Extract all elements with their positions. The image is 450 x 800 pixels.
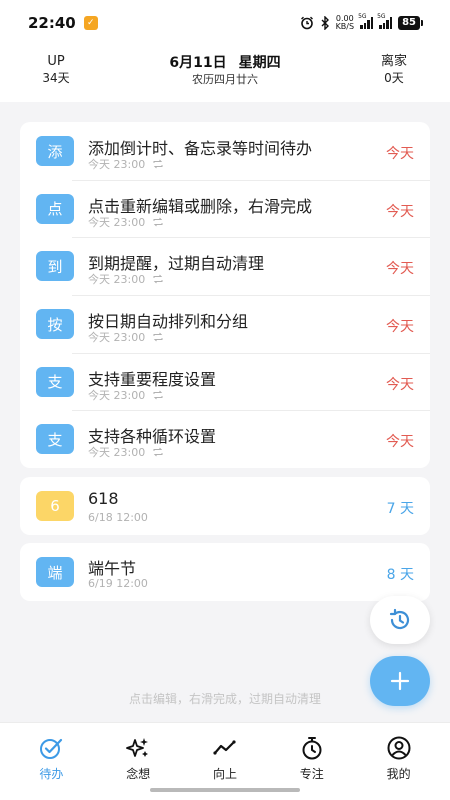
plus-icon <box>390 671 410 691</box>
todo-time: 今天 23:00 <box>88 215 146 229</box>
user-icon <box>387 736 411 760</box>
nav-item-todo[interactable]: 待办 <box>8 723 95 800</box>
speed-unit: KB/S <box>335 22 355 31</box>
todo-when: 今天 <box>386 434 414 451</box>
todo-item[interactable]: 点 点击重新编辑或删除，右滑完成 今天 23:00 今天 <box>20 179 430 238</box>
lunar-date: 农历四月廿六 <box>192 73 258 86</box>
network-speed: 0.00 KB/S <box>336 15 355 31</box>
up-label: UP <box>47 54 65 69</box>
todo-when: 7 天 <box>386 501 414 517</box>
todo-when: 今天 <box>386 146 414 162</box>
todo-time: 今天 23:00 <box>88 331 146 345</box>
trend-icon <box>213 740 236 755</box>
away-label: 离家 <box>380 54 407 69</box>
net-type-1: 5G <box>358 13 367 20</box>
todo-time: 今天 23:00 <box>88 158 146 171</box>
today-todo-card: 添 添加倒计时、备忘录等时间待办 今天 23:00 今天 点 点击重新编辑或删除… <box>20 122 430 468</box>
repeat-icon <box>153 390 163 400</box>
todo-when: 8 天 <box>386 567 414 583</box>
net-type-2: 5G <box>377 13 386 20</box>
signal-5g-1-icon: 5G <box>358 13 374 29</box>
status-bar: 22:40 ✓ 0.00 KB/S 5G 5G 85 <box>0 0 450 46</box>
date-display[interactable]: 6月11日 星期四 农历四月廿六 <box>125 54 325 88</box>
nav-label: 念想 <box>126 767 151 781</box>
hint-text: 点击编辑，右滑完成，过期自动清理 <box>128 692 321 706</box>
nav-label: 向上 <box>212 767 237 781</box>
status-time: 22:40 <box>28 14 76 32</box>
check-circle-icon <box>40 738 63 759</box>
todo-time: 今天 23:00 <box>88 446 146 460</box>
todo-when: 今天 <box>386 203 414 220</box>
repeat-icon <box>153 332 163 342</box>
battery-indicator: 85 <box>398 16 423 30</box>
todo-title: 618 <box>88 489 119 508</box>
todo-item[interactable]: 按 按日期自动排列和分组 今天 23:00 今天 <box>20 295 430 353</box>
todo-meta: 今天 23:00 <box>88 156 163 172</box>
nav-label: 我的 <box>386 767 411 781</box>
nav-item-mine[interactable]: 我的 <box>355 723 442 800</box>
todo-badge: 支 <box>36 424 74 455</box>
todo-badge: 到 <box>36 251 74 282</box>
date-text: 6月11日 <box>169 55 227 71</box>
history-icon <box>389 608 410 630</box>
nav-label: 专注 <box>299 767 324 781</box>
todo-item[interactable]: 到 到期提醒，过期自动清理 今天 23:00 今天 <box>20 237 430 295</box>
bluetooth-icon <box>321 16 329 30</box>
todo-item-duanwu[interactable]: 端 端午节 6/19 12:00 8 天 <box>20 543 430 601</box>
todo-badge: 支 <box>36 366 74 397</box>
todo-meta: 今天 23:00 <box>88 387 163 403</box>
sparkle-icon <box>126 738 149 757</box>
todo-badge: 按 <box>36 309 74 340</box>
header: UP 34天 6月11日 星期四 农历四月廿六 离家 0天 <box>0 46 450 102</box>
todo-badge: 6 <box>36 491 74 521</box>
up-counter[interactable]: UP 34天 <box>26 54 86 86</box>
home-indicator[interactable] <box>150 788 300 792</box>
todo-badge: 添 <box>36 136 74 166</box>
todo-meta: 今天 23:00 <box>88 214 163 230</box>
up-days: 34天 <box>42 71 70 85</box>
todo-when: 今天 <box>386 319 414 336</box>
todo-item[interactable]: 支 支持重要程度设置 今天 23:00 今天 <box>20 352 430 411</box>
app-notification-icon: ✓ <box>83 16 98 30</box>
repeat-icon <box>153 448 163 457</box>
todo-meta: 今天 23:00 <box>88 329 163 345</box>
repeat-icon <box>153 275 163 284</box>
away-days: 0天 <box>384 71 404 85</box>
todo-meta: 6/19 12:00 <box>88 577 148 590</box>
history-button[interactable] <box>370 596 430 644</box>
todo-meta: 今天 23:00 <box>88 271 163 287</box>
nav-label: 待办 <box>39 767 64 781</box>
stopwatch-icon <box>302 737 322 760</box>
todo-time: 今天 23:00 <box>88 273 146 287</box>
todo-item[interactable]: 支 支持各种循环设置 今天 23:00 今天 <box>20 410 430 468</box>
todo-when: 今天 <box>386 376 414 393</box>
todo-meta: 今天 23:00 <box>88 444 163 460</box>
todo-badge: 端 <box>36 557 74 587</box>
todo-meta: 6/18 12:00 <box>88 511 148 524</box>
weekday-text: 星期四 <box>238 55 281 71</box>
alarm-icon <box>300 16 313 30</box>
todo-time: 今天 23:00 <box>88 388 146 402</box>
todo-when: 今天 <box>386 261 414 278</box>
repeat-icon <box>153 217 163 227</box>
todo-title: 端午节 <box>88 559 137 578</box>
todo-item-618[interactable]: 6 618 6/18 12:00 7 天 <box>20 477 430 535</box>
todo-item[interactable]: 添 添加倒计时、备忘录等时间待办 今天 23:00 今天 <box>20 122 430 180</box>
todo-badge: 点 <box>36 193 74 224</box>
away-counter[interactable]: 离家 0天 <box>364 54 424 86</box>
signal-5g-2-icon: 5G <box>377 13 393 29</box>
repeat-icon <box>153 159 163 169</box>
